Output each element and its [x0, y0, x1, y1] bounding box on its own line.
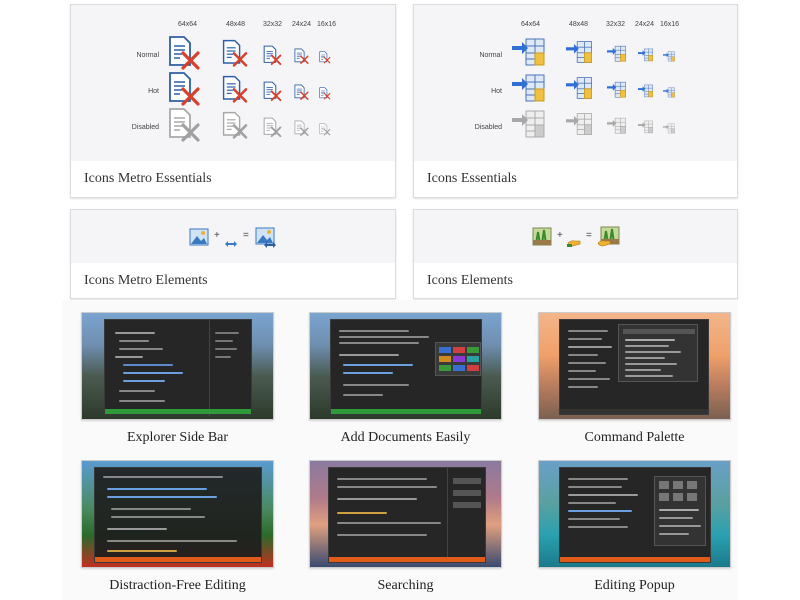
size-label: 32x32 — [606, 21, 626, 28]
screenshot-add-documents-easily[interactable] — [309, 312, 502, 420]
document-delete-icon-grid — [169, 36, 331, 142]
editor-window — [328, 467, 486, 564]
size-label: 48x48 — [226, 21, 246, 28]
editor-window — [559, 319, 709, 415]
equals-sign: = — [243, 230, 249, 241]
plus-sign: + — [214, 230, 220, 241]
card-caption: Icons Essentials — [414, 161, 737, 197]
icon-preview-area: 64x64 48x48 32x32 24x24 16x16 Normal Hot… — [71, 5, 395, 163]
screenshot-caption: Searching — [377, 578, 434, 593]
screenshot-searching[interactable] — [309, 460, 502, 568]
row-label-normal: Normal — [136, 52, 159, 59]
icons-metro-essentials-card[interactable]: 64x64 48x48 32x32 24x24 16x16 Normal Hot… — [70, 4, 396, 198]
status-bar — [95, 557, 261, 562]
document-picker-popup — [435, 342, 481, 376]
editing-popup — [654, 476, 706, 546]
row-label-hot: Hot — [491, 88, 502, 95]
icon-preview-area: + = — [414, 210, 737, 265]
card-caption: Icons Metro Elements — [71, 263, 395, 298]
screenshot-command-palette[interactable] — [538, 312, 731, 420]
icon-preview-area: + = — [71, 210, 395, 265]
picture-icon — [189, 228, 209, 246]
screenshot-caption: Editing Popup — [594, 578, 675, 593]
screenshot-caption: Command Palette — [584, 430, 685, 445]
row-label-normal: Normal — [479, 52, 502, 59]
size-label: 16x16 — [317, 21, 337, 28]
editor-window — [330, 319, 482, 415]
resize-arrows-icon — [225, 241, 237, 247]
screenshot-explorer-side-bar[interactable] — [81, 312, 274, 420]
screenshot-editing-popup[interactable] — [538, 460, 731, 568]
row-label-disabled: Disabled — [131, 124, 159, 131]
picture-resize-icon — [255, 227, 276, 248]
size-label: 48x48 — [569, 21, 589, 28]
status-bar — [105, 409, 251, 414]
icons-elements-card[interactable]: + = Icons Elements — [413, 209, 738, 299]
equals-sign: = — [586, 230, 592, 241]
status-bar — [560, 409, 708, 414]
editor-window — [94, 467, 262, 563]
screenshot-caption: Add Documents Easily — [340, 430, 471, 445]
editor-window — [104, 319, 252, 416]
screenshot-caption: Explorer Side Bar — [126, 430, 229, 445]
size-label: 64x64 — [178, 21, 198, 28]
size-label: 24x24 — [635, 21, 655, 28]
size-label: 24x24 — [292, 21, 312, 28]
screenshot-distraction-free-editing[interactable] — [81, 460, 274, 568]
card-caption: Icons Metro Essentials — [71, 161, 395, 197]
plant-picture-hand-icon — [598, 226, 620, 247]
search-field — [453, 478, 481, 484]
hand-icon — [567, 240, 581, 247]
plus-sign: + — [557, 230, 563, 241]
status-bar — [331, 409, 481, 414]
size-label: 64x64 — [521, 21, 541, 28]
icons-metro-elements-card[interactable]: + = Icons Metro Elements — [70, 209, 396, 299]
editor-window — [559, 467, 711, 563]
icon-preview-area: 64x64 48x48 32x32 24x24 16x16 Normal Hot… — [414, 5, 737, 163]
plant-picture-icon — [532, 227, 552, 246]
row-label-hot: Hot — [148, 88, 159, 95]
table-arrow-icon-grid — [511, 38, 675, 138]
command-palette-popup — [618, 324, 698, 382]
screenshot-caption: Distraction-Free Editing — [109, 578, 246, 593]
size-label: 32x32 — [263, 21, 283, 28]
status-bar — [329, 557, 485, 562]
status-bar — [560, 557, 710, 562]
card-caption: Icons Elements — [414, 263, 737, 298]
icons-essentials-card[interactable]: 64x64 48x48 32x32 24x24 16x16 Normal Hot… — [413, 4, 738, 198]
size-label: 16x16 — [660, 21, 680, 28]
row-label-disabled: Disabled — [474, 124, 502, 131]
